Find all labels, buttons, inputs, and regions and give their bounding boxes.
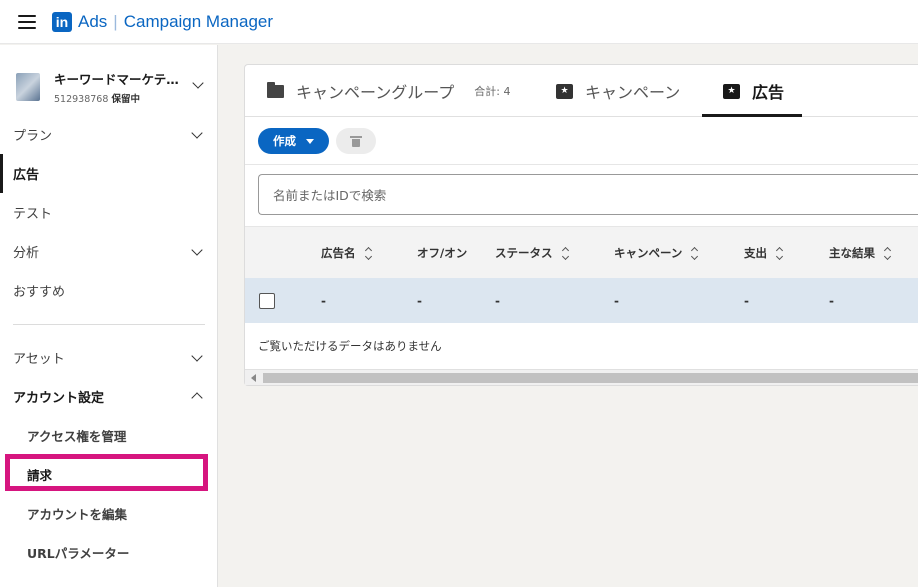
sidebar-item-label: アカウント設定 [13,391,105,406]
search-placeholder: 名前またはIDで検索 [273,188,387,203]
table-header: 広告名 オフ/オン ステータス キャンペーン 支出 主な結果 [245,226,918,278]
sort-icon[interactable] [364,246,372,260]
tab-label: キャンペーン [585,83,681,102]
table-row[interactable]: - - - - - - [245,278,918,323]
sidebar-item-label: アカウントを編集 [27,507,128,522]
account-switcher[interactable]: キーワードマーケテ… 512938768 保留中 [16,69,206,105]
column-header-label: 広告名 [321,246,356,260]
toolbar: 作成 [245,117,918,165]
column-header-spend[interactable]: 支出 [744,227,784,279]
sidebar-item-label: アセット [13,352,65,367]
column-header-on-off: オフ/オン [417,227,467,279]
sort-icon[interactable] [775,246,784,260]
sort-icon[interactable] [883,246,892,260]
sidebar-item-test[interactable]: テスト [0,193,217,232]
sidebar-item-label: テスト [13,207,53,222]
chevron-down-icon [191,244,203,256]
ad-icon: ★ [723,83,740,99]
brand-logo[interactable]: in Ads | Campaign Manager [52,11,274,32]
sidebar-item-label: アクセス権を管理 [27,429,127,444]
empty-state-message: ご覧いただけるデータはありません [258,338,442,353]
sidebar-item-label: 広告 [13,168,40,183]
cell-ad-name: - [321,293,326,308]
sidebar-item-label: プラン [13,129,53,144]
sidebar-item-edit-account[interactable]: アカウントを編集 [0,494,217,533]
trash-icon [350,135,362,147]
sidebar-item-url-parameters[interactable]: URLパラメーター [0,533,217,572]
active-indicator [0,154,3,193]
sidebar-item-label: おすすめ [13,285,66,300]
linkedin-logo-icon: in [52,11,72,32]
brand-ads-label: Ads [78,11,108,31]
column-header-label: 支出 [744,246,767,260]
tab-label: キャンペーングループ [296,83,455,102]
sidebar-item-recommendations[interactable]: おすすめ [0,271,217,310]
chevron-down-icon[interactable] [192,77,204,89]
brand-name-label: Campaign Manager [123,11,274,31]
main-panel: キャンペーングループ 合計: 4 ★ キャンペーン ★ 広告 作成 名前またはI… [244,64,918,386]
column-header-ad-name[interactable]: 広告名 [321,227,372,279]
column-header-campaign[interactable]: キャンペーン [614,227,699,279]
top-bar: in Ads | Campaign Manager [0,0,918,44]
account-name: キーワードマーケテ… [54,72,179,87]
sidebar-item-assets[interactable]: アセット [0,338,217,377]
sidebar-item-ads[interactable]: 広告 [0,154,217,193]
create-button-label: 作成 [273,134,296,148]
sidebar-item-manage-access[interactable]: アクセス権を管理 [0,416,217,455]
account-status: 保留中 [111,94,140,105]
sidebar: キーワードマーケテ… 512938768 保留中 プラン 広告 テスト 分析 お… [0,45,218,587]
tab-ads[interactable]: ★ 広告 [723,65,784,117]
entity-tabs: キャンペーングループ 合計: 4 ★ キャンペーン ★ 広告 [245,65,918,117]
folder-icon [267,81,284,98]
sort-icon[interactable] [561,246,569,260]
cell-key-results: - [829,293,834,308]
tab-label: 広告 [752,83,785,102]
tab-campaigns[interactable]: ★ キャンペーン [556,65,680,117]
cell-campaign: - [614,293,619,308]
hamburger-menu-icon[interactable] [18,14,36,29]
column-header-label: ステータス [495,246,553,260]
chevron-down-icon [191,350,203,362]
chevron-down-icon [191,127,203,139]
sidebar-divider [13,324,205,325]
create-button[interactable]: 作成 [258,128,329,154]
column-header-label: 主な結果 [829,246,875,260]
account-avatar [16,73,40,101]
delete-button[interactable] [336,128,376,154]
sidebar-item-label: URLパラメーター [27,546,130,561]
sidebar-item-analytics[interactable]: 分析 [0,232,217,271]
caret-down-icon [306,138,314,144]
cell-status: - [495,293,500,308]
account-id: 512938768 [54,94,109,105]
sidebar-item-plan[interactable]: プラン [0,115,217,154]
cell-on-off: - [417,293,422,308]
column-header-label: オフ/オン [417,246,468,260]
sort-icon[interactable] [691,246,699,260]
horizontal-scrollbar[interactable] [245,369,918,385]
account-text: キーワードマーケテ… 512938768 保留中 [54,69,184,105]
billing-highlight-box [5,454,208,491]
account-meta: 512938768 保留中 [54,91,184,105]
sidebar-item-label: 分析 [13,246,40,261]
brand-separator: | [113,11,118,31]
tab-count: 合計: 4 [474,85,511,98]
scrollbar-thumb[interactable] [263,373,918,383]
campaign-icon: ★ [556,83,573,99]
search-input[interactable]: 名前またはIDで検索 [258,174,918,215]
scroll-left-icon[interactable] [251,374,256,382]
column-header-status[interactable]: ステータス [495,227,569,279]
sidebar-item-account-settings[interactable]: アカウント設定 [0,377,217,416]
tab-campaign-groups[interactable]: キャンペーングループ 合計: 4 [267,65,510,117]
cell-spend: - [744,293,749,308]
row-checkbox[interactable] [259,293,275,309]
column-header-label: キャンペーン [614,246,683,260]
column-header-key-results[interactable]: 主な結果 [829,227,892,279]
chevron-up-icon [191,392,203,404]
